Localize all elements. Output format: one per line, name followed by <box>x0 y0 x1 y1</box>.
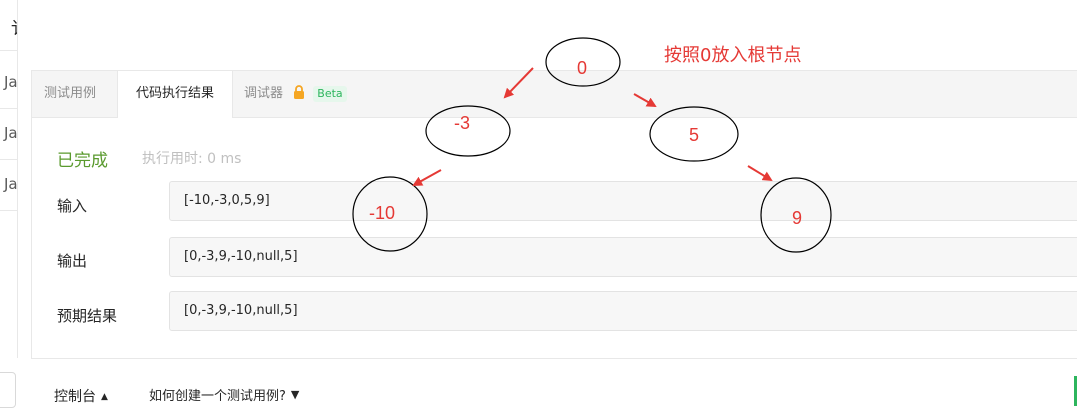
tab-testcases-label: 测试用例 <box>44 86 97 101</box>
tab-debugger[interactable]: 调试器 Beta <box>244 71 347 117</box>
expected-value-field: [0,-3,9,-10,null,5] <box>169 291 1077 331</box>
expected-label: 预期结果 <box>57 307 118 325</box>
console-label: 控制台 <box>54 389 96 405</box>
caret-up-icon: ▲ <box>101 392 108 402</box>
left-panel-header-text: 讠 <box>11 14 17 39</box>
bottom-toolbar: 控制台 ▲ 如何创建一个测试用例? ▼ <box>0 370 1077 420</box>
output-value-field: [0,-3,9,-10,null,5] <box>169 237 1077 277</box>
input-label: 输入 <box>57 197 88 215</box>
annotation-note: 按照0放入根节点 <box>664 45 802 66</box>
left-panel-strip: 讠 Ja Ja Ja <box>0 0 18 358</box>
howto-testcase-button[interactable]: 如何创建一个测试用例? ▼ <box>149 385 299 404</box>
expected-value: [0,-3,9,-10,null,5] <box>184 303 298 318</box>
output-label: 输出 <box>57 252 88 270</box>
input-value-field: [-10,-3,0,5,9] <box>169 181 1077 221</box>
input-value: [-10,-3,0,5,9] <box>184 193 270 208</box>
status-text: 已完成 <box>57 151 108 171</box>
left-panel-row-text: Ja <box>4 73 17 91</box>
howto-label: 如何创建一个测试用例? <box>149 389 286 404</box>
caret-down-icon: ▼ <box>290 388 300 401</box>
tab-testcases[interactable]: 测试用例 <box>44 71 96 117</box>
runtime-text: 执行用时: 0 ms <box>142 151 242 167</box>
lock-icon <box>294 85 305 99</box>
output-value: [0,-3,9,-10,null,5] <box>184 249 298 264</box>
tab-bar: 测试用例 代码执行结果 调试器 Beta <box>32 70 1077 118</box>
tab-run-result-label: 代码执行结果 <box>135 86 214 101</box>
left-panel-row[interactable]: Ja <box>0 160 17 211</box>
left-panel-header[interactable]: 讠 <box>0 0 17 51</box>
left-panel-row[interactable]: Ja <box>0 58 17 109</box>
tab-run-result[interactable]: 代码执行结果 <box>117 71 233 118</box>
tab-debugger-label: 调试器 <box>244 86 284 101</box>
beta-badge: Beta <box>313 86 347 102</box>
left-panel-row-text: Ja <box>4 124 17 142</box>
left-panel-row-text: Ja <box>4 175 17 193</box>
result-panel: 测试用例 代码执行结果 调试器 Beta 已完成 执行用时: 0 ms 输入 [… <box>31 70 1077 359</box>
left-panel-row[interactable]: Ja <box>0 109 17 160</box>
console-button[interactable]: 控制台 ▲ <box>54 386 108 406</box>
